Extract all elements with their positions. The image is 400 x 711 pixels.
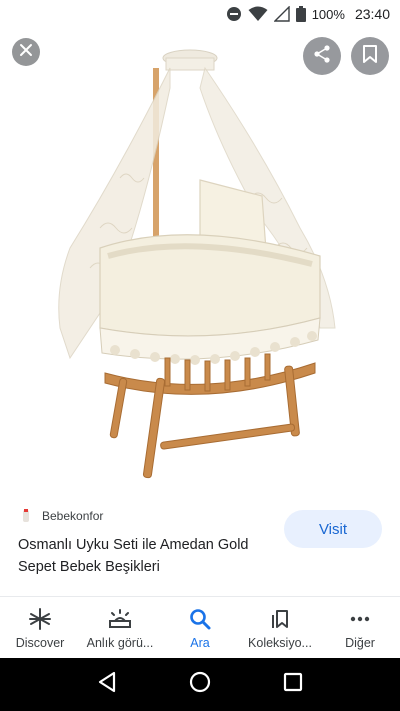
nav-item-snapshot[interactable]: Anlık görü... — [80, 597, 160, 658]
clock: 23:40 — [354, 6, 390, 22]
back-button[interactable] — [91, 669, 123, 701]
result-title[interactable]: Osmanlı Uyku Seti ile Amedan Gold Sepet … — [18, 534, 283, 578]
search-icon — [188, 607, 212, 631]
bottom-navigation: Discover Anlık görü... Ara Koleksiyo... … — [0, 596, 400, 658]
asterisk-icon — [28, 607, 52, 631]
nav-label: Koleksiyo... — [248, 636, 312, 650]
close-icon — [19, 43, 33, 62]
wifi-icon — [248, 6, 268, 22]
home-circle-icon — [188, 670, 212, 699]
image-viewer[interactable] — [0, 28, 400, 492]
visit-button[interactable]: Visit — [284, 510, 382, 548]
collections-icon — [268, 607, 292, 631]
source-favicon-icon — [18, 508, 34, 524]
recents-button[interactable] — [277, 669, 309, 701]
nav-label: Diğer — [345, 636, 375, 650]
source-row[interactable]: Bebekonfor — [18, 508, 103, 524]
product-image — [58, 49, 336, 479]
nav-item-collections[interactable]: Koleksiyo... — [240, 597, 320, 658]
close-button[interactable] — [12, 38, 40, 66]
cell-signal-icon — [273, 6, 290, 22]
do-not-disturb-icon — [226, 6, 242, 22]
more-icon — [348, 607, 372, 631]
bookmark-icon — [362, 44, 378, 69]
status-bar: 100% 23:40 — [0, 0, 400, 28]
back-triangle-icon — [97, 671, 117, 698]
result-info-panel: Bebekonfor Osmanlı Uyku Seti ile Amedan … — [0, 492, 400, 596]
source-name: Bebekonfor — [42, 509, 104, 523]
home-button[interactable] — [184, 669, 216, 701]
snapshot-icon — [107, 607, 133, 631]
nav-item-discover[interactable]: Discover — [0, 597, 80, 658]
save-button[interactable] — [351, 37, 389, 75]
nav-label: Ara — [190, 636, 210, 650]
recents-square-icon — [283, 672, 303, 697]
system-navigation-bar — [0, 658, 400, 711]
battery-icon — [295, 6, 306, 22]
share-button[interactable] — [303, 37, 341, 75]
nav-item-more[interactable]: Diğer — [320, 597, 400, 658]
battery-percent: 100% — [311, 6, 345, 22]
nav-item-search[interactable]: Ara — [160, 597, 240, 658]
nav-label: Discover — [15, 636, 65, 650]
share-icon — [312, 44, 332, 69]
nav-label: Anlık görü... — [86, 636, 154, 650]
